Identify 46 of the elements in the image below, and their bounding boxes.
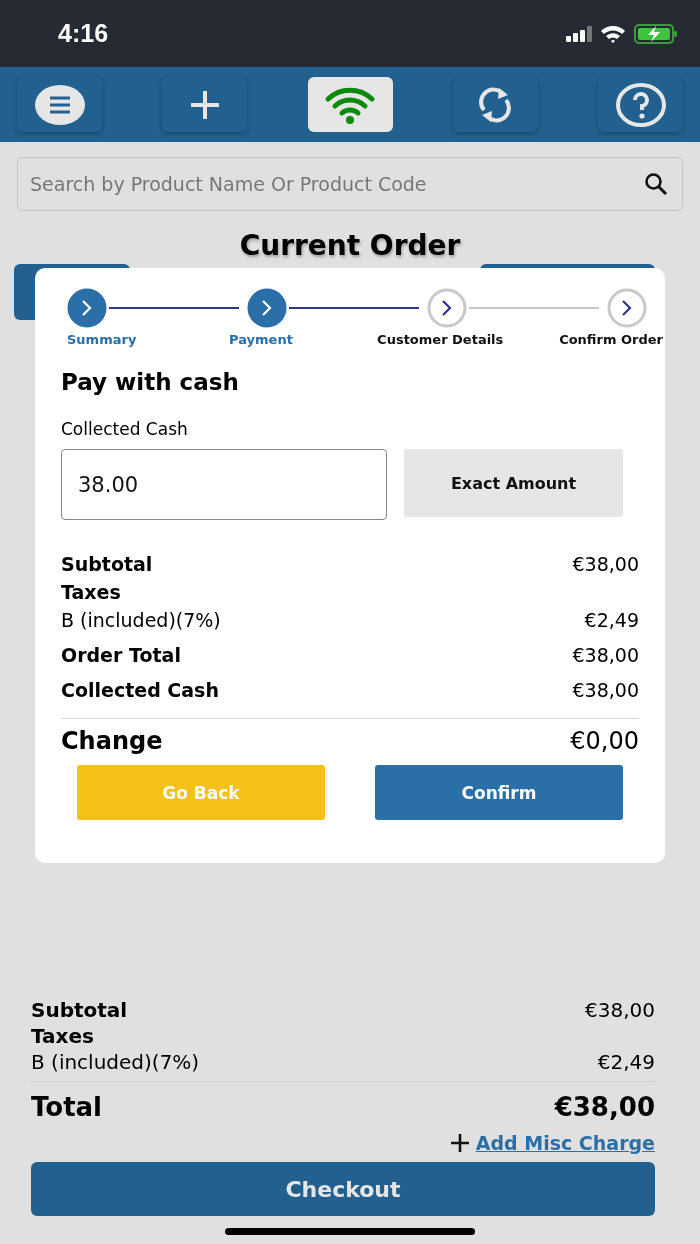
menu-button[interactable] [17, 77, 102, 132]
step-label: Payment [229, 332, 293, 347]
total-value: €2,49 [597, 1049, 655, 1075]
checkout-button[interactable]: Checkout [31, 1162, 655, 1216]
total-value: €38,00 [585, 997, 655, 1023]
summary-value: €38,00 [572, 678, 639, 703]
summary-label: Taxes [61, 580, 121, 605]
plus-icon [188, 88, 221, 121]
sync-icon [477, 85, 514, 124]
page-title: Current Order [238, 229, 462, 262]
wifi-icon [600, 24, 626, 43]
total-label: Total [31, 1091, 103, 1124]
exact-amount-button[interactable]: Exact Amount [404, 449, 623, 517]
menu-icon [33, 83, 86, 126]
total-label: Subtotal [31, 997, 128, 1023]
add-button[interactable] [162, 77, 248, 132]
summary-value: €2,49 [584, 608, 639, 633]
summary-label: Collected Cash [61, 678, 219, 703]
step-label: Customer Details [377, 332, 504, 347]
signal-icon [566, 25, 592, 42]
summary-label: Subtotal [61, 552, 153, 577]
summary-value: €38,00 [572, 552, 639, 577]
change-label: Change [61, 727, 163, 755]
summary-label: B (included)(7%) [61, 608, 221, 633]
field-label: Collected Cash [61, 419, 189, 439]
battery-icon [634, 23, 678, 44]
total-label: B (included)(7%) [31, 1049, 200, 1075]
search-icon [644, 172, 668, 196]
summary-value: €38,00 [572, 643, 639, 668]
step-label: Summary [67, 332, 137, 347]
plus-icon [449, 1133, 470, 1153]
change-value: €0,00 [570, 727, 639, 755]
dialog-heading: Pay with cash [61, 369, 240, 395]
summary-label: Order Total [61, 643, 181, 668]
add-misc-charge-link[interactable]: Add Misc Charge [475, 1132, 655, 1154]
help-icon [614, 82, 667, 127]
clock-time: 4:16 [58, 19, 109, 48]
total-value: €38,00 [554, 1091, 655, 1124]
sync-button[interactable] [452, 77, 538, 132]
search-field[interactable]: Search by Product Name Or Product Code [17, 157, 683, 211]
wifi-button[interactable] [307, 77, 393, 132]
cash-input-field[interactable]: 38.00 [61, 449, 387, 520]
total-label: Taxes [31, 1023, 94, 1049]
help-button[interactable] [598, 77, 683, 132]
step-label: Confirm Order [559, 332, 663, 347]
confirm-button[interactable]: Confirm [375, 765, 623, 820]
